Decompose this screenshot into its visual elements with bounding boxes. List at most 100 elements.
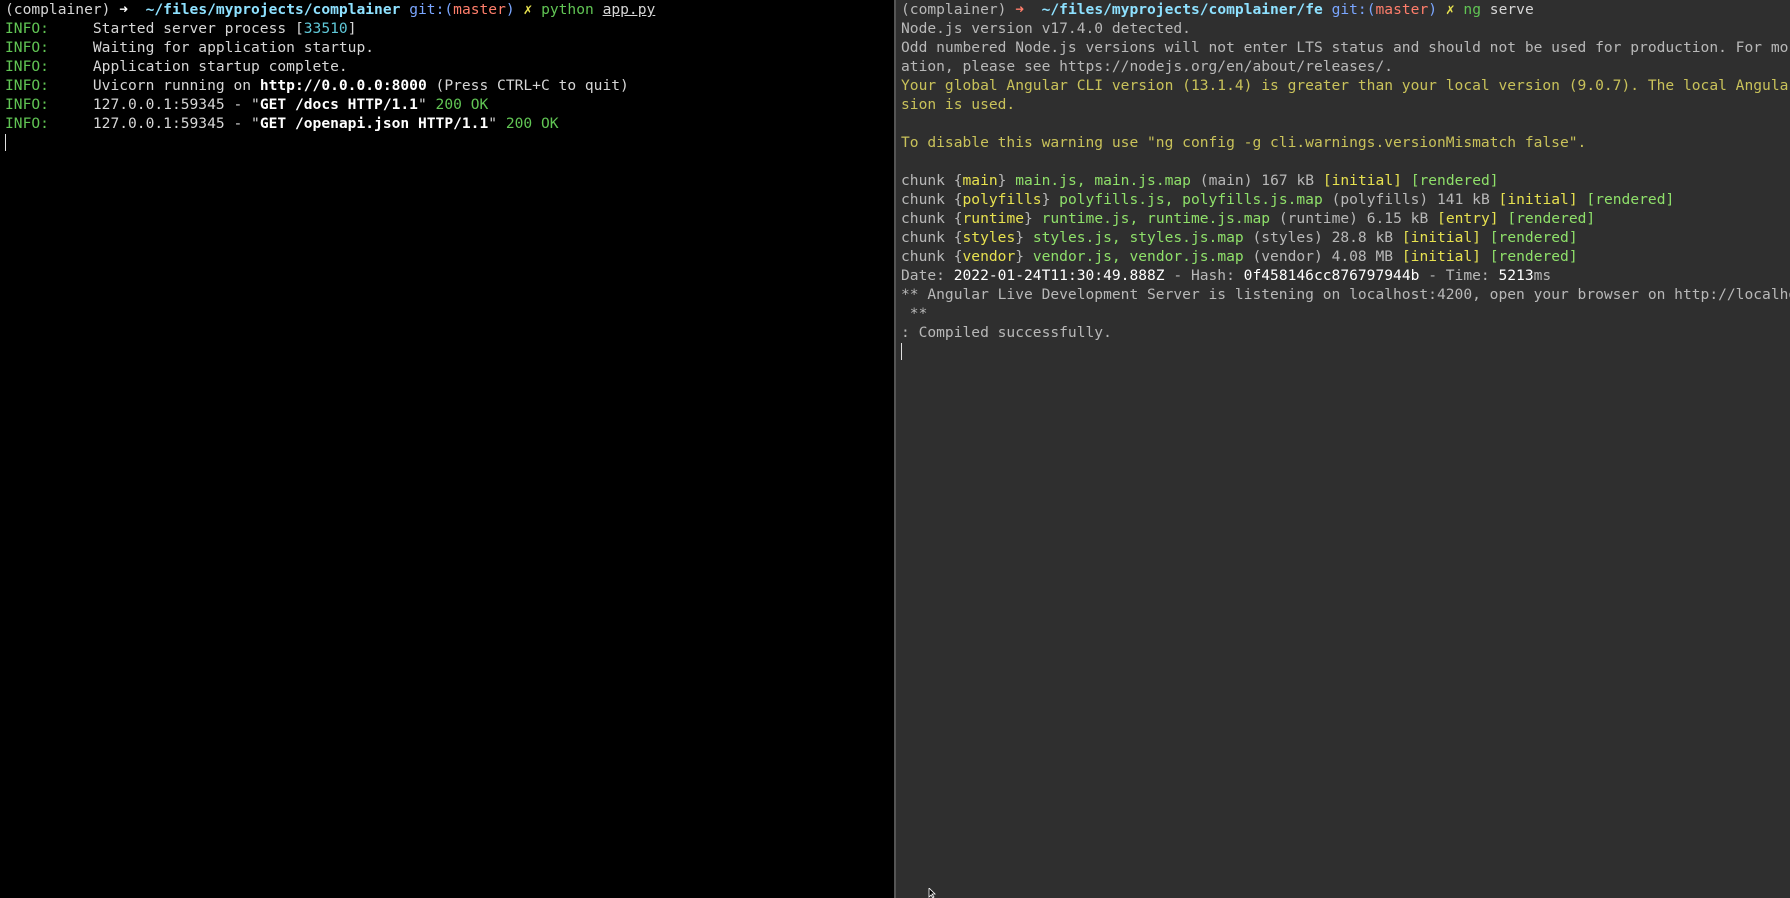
chunk-files: polyfills.js, polyfills.js.map <box>1059 191 1323 208</box>
chunk-label: (runtime) <box>1278 210 1358 227</box>
log-line: INFO: Application startup complete. <box>5 57 894 76</box>
log-level: INFO: <box>5 58 49 75</box>
build-date: 2022-01-24T11:30:49.888Z <box>953 267 1165 284</box>
log-level: INFO: <box>5 77 49 94</box>
right-prompt-git-close: ) <box>1428 1 1438 18</box>
right-prompt-line: (complainer) ➜ ~/files/myprojects/compla… <box>901 0 1790 19</box>
chunk-line: chunk {polyfills} polyfills.js, polyfill… <box>901 191 1675 208</box>
log-text-end: ] <box>347 20 357 37</box>
date-label: Date: <box>901 267 954 284</box>
log-line: INFO: 127.0.0.1:59345 - "GET /docs HTTP/… <box>5 95 894 114</box>
right-input-line[interactable] <box>901 342 1790 361</box>
right-terminal-pane[interactable]: (complainer) ➜ ~/files/myprojects/compla… <box>896 0 1790 898</box>
log-pid: 33510 <box>303 20 348 37</box>
right-prompt-dirty-mark: ✗ <box>1445 1 1455 18</box>
chunk-name: styles <box>962 229 1016 246</box>
log-line: INFO: Started server process [33510] <box>5 19 894 38</box>
left-terminal-pane[interactable]: (complainer) ➜ ~/files/myprojects/compla… <box>0 0 894 898</box>
chunk-tag: [initial] <box>1322 172 1402 189</box>
log-text-end: " <box>417 96 436 113</box>
left-prompt-line: (complainer) ➜ ~/files/myprojects/compla… <box>5 0 894 19</box>
right-prompt-path: ~/files/myprojects/complainer/fe <box>1041 1 1323 18</box>
text-cursor <box>901 343 902 360</box>
right-prompt-env: (complainer) <box>901 1 1007 18</box>
hash-label: - Hash: <box>1164 267 1244 284</box>
chunk-tag: [initial] <box>1498 191 1578 208</box>
right-prompt-arrow: ➜ <box>1015 1 1025 18</box>
chunk-tag: [initial] <box>1401 248 1481 265</box>
chunk-files: main.js, main.js.map <box>1015 172 1191 189</box>
server-url[interactable]: http://0.0.0.0:8000 <box>260 77 427 94</box>
chunk-name: main <box>962 172 998 189</box>
log-text: Waiting for application startup. <box>48 39 375 56</box>
request-line: GET /docs HTTP/1.1 <box>259 96 418 113</box>
status-code: 200 OK <box>505 115 559 132</box>
chunk-name: vendor <box>962 248 1016 265</box>
left-prompt-branch: master <box>453 1 506 18</box>
chunk-size: 167 kB <box>1261 172 1315 189</box>
left-input-line[interactable] <box>5 133 894 152</box>
chunk-state: [rendered] <box>1586 191 1675 208</box>
chunk-state: [rendered] <box>1489 248 1578 265</box>
chunk-size: 141 kB <box>1437 191 1490 208</box>
left-prompt-arg: app.py <box>602 1 656 18</box>
chunk-label: (vendor) <box>1252 248 1323 265</box>
build-time: 5213 <box>1498 267 1534 284</box>
build-time-unit: ms <box>1533 267 1552 284</box>
log-text: Started server process [ <box>48 20 304 37</box>
time-label: - Time: <box>1419 267 1499 284</box>
live-server-message: ** Angular Live Development Server is li… <box>901 286 1790 303</box>
chunk-label: (polyfills) <box>1331 191 1429 208</box>
request-line: GET /openapi.json HTTP/1.1 <box>259 115 489 132</box>
log-line: INFO: Uvicorn running on http://0.0.0.0:… <box>5 76 894 95</box>
cli-version-warning-cont: sion is used. <box>901 96 1016 113</box>
log-text-end: " <box>488 115 506 132</box>
chunk-line: chunk {runtime} runtime.js, runtime.js.m… <box>901 210 1596 227</box>
odd-version-warning: Odd numbered Node.js versions will not e… <box>901 39 1790 56</box>
chunk-state: [rendered] <box>1410 172 1499 189</box>
build-hash: 0f458146cc876797944b <box>1243 267 1420 284</box>
odd-version-warning-cont: ation, please see https://nodejs.org/en/… <box>901 58 1394 75</box>
log-level: INFO: <box>5 20 49 37</box>
log-text: 127.0.0.1:59345 - " <box>48 115 260 132</box>
left-prompt-arrow: ➜ <box>119 1 129 18</box>
chunk-line: chunk {styles} styles.js, styles.js.map … <box>901 229 1578 246</box>
chunk-line: chunk {vendor} vendor.js, vendor.js.map … <box>901 248 1578 265</box>
cli-version-warning: Your global Angular CLI version (13.1.4)… <box>901 77 1790 94</box>
chunk-state: [rendered] <box>1489 229 1578 246</box>
chunk-size: 4.08 MB <box>1331 248 1394 265</box>
node-version-line: Node.js version v17.4.0 detected. <box>901 20 1191 37</box>
chunk-name: runtime <box>962 210 1025 227</box>
right-prompt-arg: serve <box>1489 1 1534 18</box>
mouse-pointer-icon <box>928 888 936 898</box>
chunk-name: polyfills <box>962 191 1042 208</box>
left-prompt-path: ~/files/myprojects/complainer <box>145 1 401 18</box>
chunk-tag: [initial] <box>1401 229 1481 246</box>
right-prompt-command: ng <box>1463 1 1481 18</box>
chunk-files: runtime.js, runtime.js.map <box>1041 210 1271 227</box>
status-code: 200 OK <box>435 96 489 113</box>
left-prompt-dirty-mark: ✗ <box>523 1 533 18</box>
disable-warning-line: To disable this warning use "ng config -… <box>901 134 1587 151</box>
chunk-files: vendor.js, vendor.js.map <box>1032 248 1244 265</box>
log-line: INFO: 127.0.0.1:59345 - "GET /openapi.js… <box>5 114 894 133</box>
chunk-files: styles.js, styles.js.map <box>1032 229 1244 246</box>
log-level: INFO: <box>5 96 49 113</box>
right-prompt-git: git:( <box>1331 1 1376 18</box>
chunk-size: 28.8 kB <box>1331 229 1394 246</box>
log-text: Uvicorn running on <box>48 77 260 94</box>
chunk-size: 6.15 kB <box>1366 210 1429 227</box>
log-level: INFO: <box>5 39 49 56</box>
chunk-tag: [entry] <box>1437 210 1499 227</box>
chunk-label: (styles) <box>1252 229 1323 246</box>
chunk-label: (main) <box>1199 172 1253 189</box>
compiled-message: : Compiled successfully. <box>901 324 1112 341</box>
chunk-state: [rendered] <box>1507 210 1596 227</box>
left-prompt-git-close: ) <box>505 1 515 18</box>
log-text: 127.0.0.1:59345 - " <box>48 96 260 113</box>
left-prompt-env: (complainer) <box>5 1 111 18</box>
chunk-line: chunk {main} main.js, main.js.map (main)… <box>901 172 1499 189</box>
build-info-line: Date: 2022-01-24T11:30:49.888Z - Hash: 0… <box>901 266 1790 285</box>
